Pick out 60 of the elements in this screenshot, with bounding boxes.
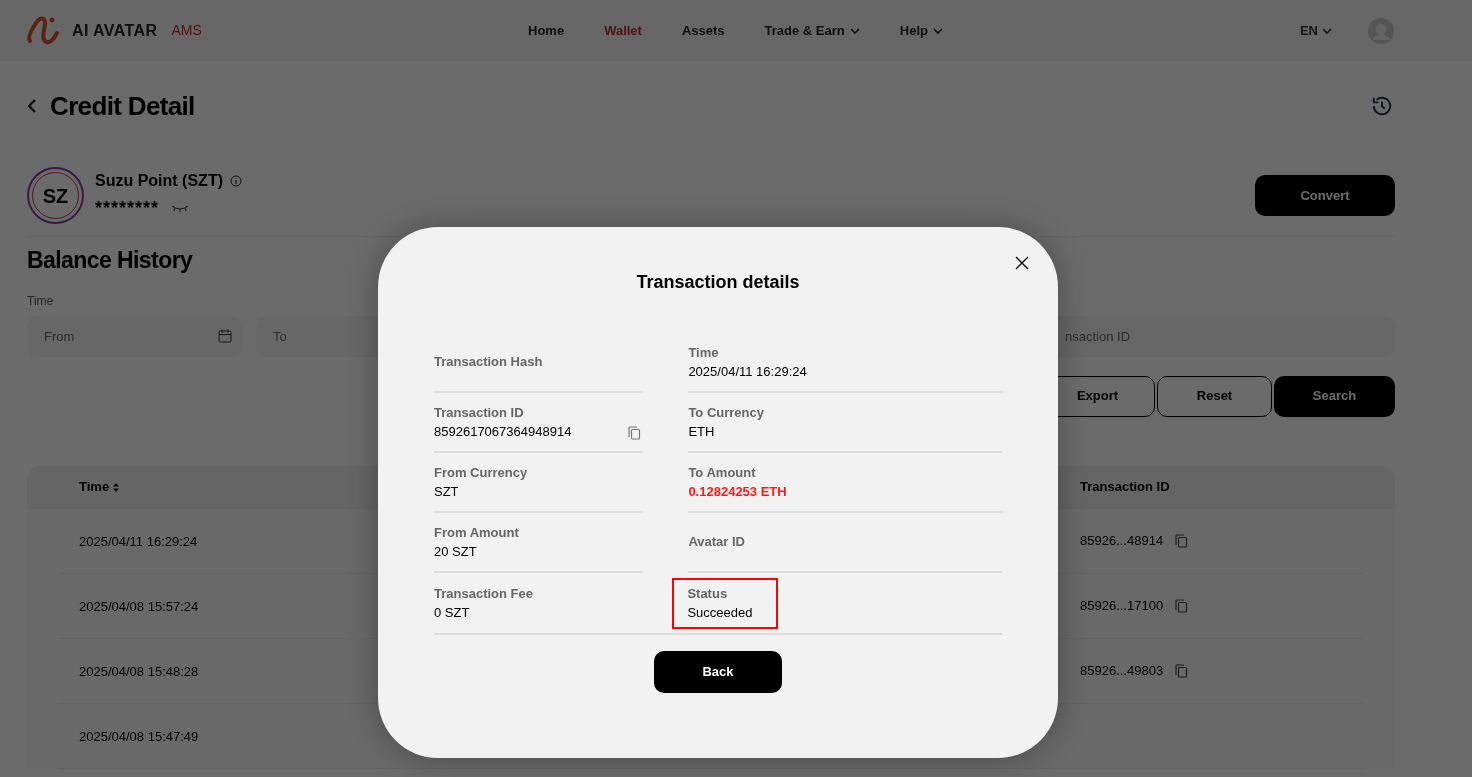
close-button[interactable] (1014, 255, 1030, 271)
nav-link[interactable]: Wallet (604, 20, 642, 41)
nav-link[interactable]: Home (528, 20, 565, 41)
dialog-title: Transaction details (635, 271, 801, 294)
field-label: Time (688, 343, 720, 362)
column-header: Transaction ID (1080, 478, 1170, 497)
table-cell-text: 85926...48914 (1080, 531, 1164, 550)
table-cell: 2025/04/08 15:48:28 (79, 663, 199, 679)
language-selector[interactable]: EN (1299, 20, 1332, 41)
field-value: 0.12824253 ETH (688, 483, 787, 501)
field-value: 8592617067364948914 (434, 423, 572, 441)
close-icon (1015, 256, 1029, 270)
field-label: Status (687, 584, 729, 603)
chevron-down-icon (1322, 27, 1332, 34)
action-button[interactable]: Reset (1157, 375, 1272, 417)
filter-label: Time (27, 292, 55, 310)
field-label: Avatar ID (688, 533, 745, 552)
calendar-icon (218, 328, 232, 343)
copy-icon[interactable] (1175, 533, 1189, 548)
convert-button[interactable]: Convert (1255, 175, 1395, 216)
eye-closed-icon[interactable] (171, 204, 190, 213)
nav-link[interactable]: Assets (681, 20, 725, 41)
search-button[interactable]: Search (1274, 375, 1395, 417)
nav-link[interactable]: Trade & Earn (764, 20, 860, 41)
field-value: 0 SZT (434, 604, 471, 622)
field-value: ETH (688, 423, 716, 441)
field-value: 20 SZT (434, 543, 478, 561)
field-label: To Amount (688, 463, 757, 482)
table-cell: 2025/04/08 15:57:24 (79, 598, 199, 614)
nav-link[interactable]: Help (899, 20, 943, 41)
field-value: SZT (434, 483, 460, 501)
back-button[interactable]: Back (654, 651, 782, 693)
field-label: Transaction Fee (434, 584, 533, 603)
table-cell-text: 85926...49803 (1080, 661, 1164, 680)
token-logo: SZ (27, 167, 84, 224)
table-cell-text: 85926...17100 (1080, 596, 1164, 615)
logo-icon (26, 14, 62, 47)
brand-name: AI AVATAR (72, 20, 158, 41)
hidden-balance: ******** (95, 197, 160, 220)
field-label: From Amount (434, 523, 519, 542)
field-label: To Currency (688, 403, 764, 422)
copy-icon[interactable] (1175, 598, 1189, 613)
table-cell: 2025/04/11 16:29:24 (79, 533, 198, 549)
field-label: Transaction ID (434, 403, 525, 422)
field-value: Succeeded (687, 604, 753, 622)
sort-icon (113, 482, 120, 492)
table-cell: 2025/04/08 15:47:49 (79, 728, 199, 744)
copy-icon[interactable] (628, 426, 642, 440)
token-name: Suzu Point (SZT) (95, 171, 223, 191)
brand-suffix: AMS (171, 21, 202, 40)
history-icon[interactable] (1371, 95, 1393, 117)
field-label: From Currency (434, 463, 528, 482)
info-icon[interactable] (230, 175, 242, 187)
page-title: Credit Detail (50, 89, 195, 123)
column-header[interactable]: Time (79, 477, 110, 497)
copy-icon[interactable] (1175, 663, 1189, 678)
section-title: Balance History (27, 246, 193, 275)
field-label: Transaction Hash (434, 353, 543, 372)
from-date-field[interactable]: From (27, 315, 242, 357)
field-value: 2025/04/11 16:29:24 (688, 363, 807, 381)
